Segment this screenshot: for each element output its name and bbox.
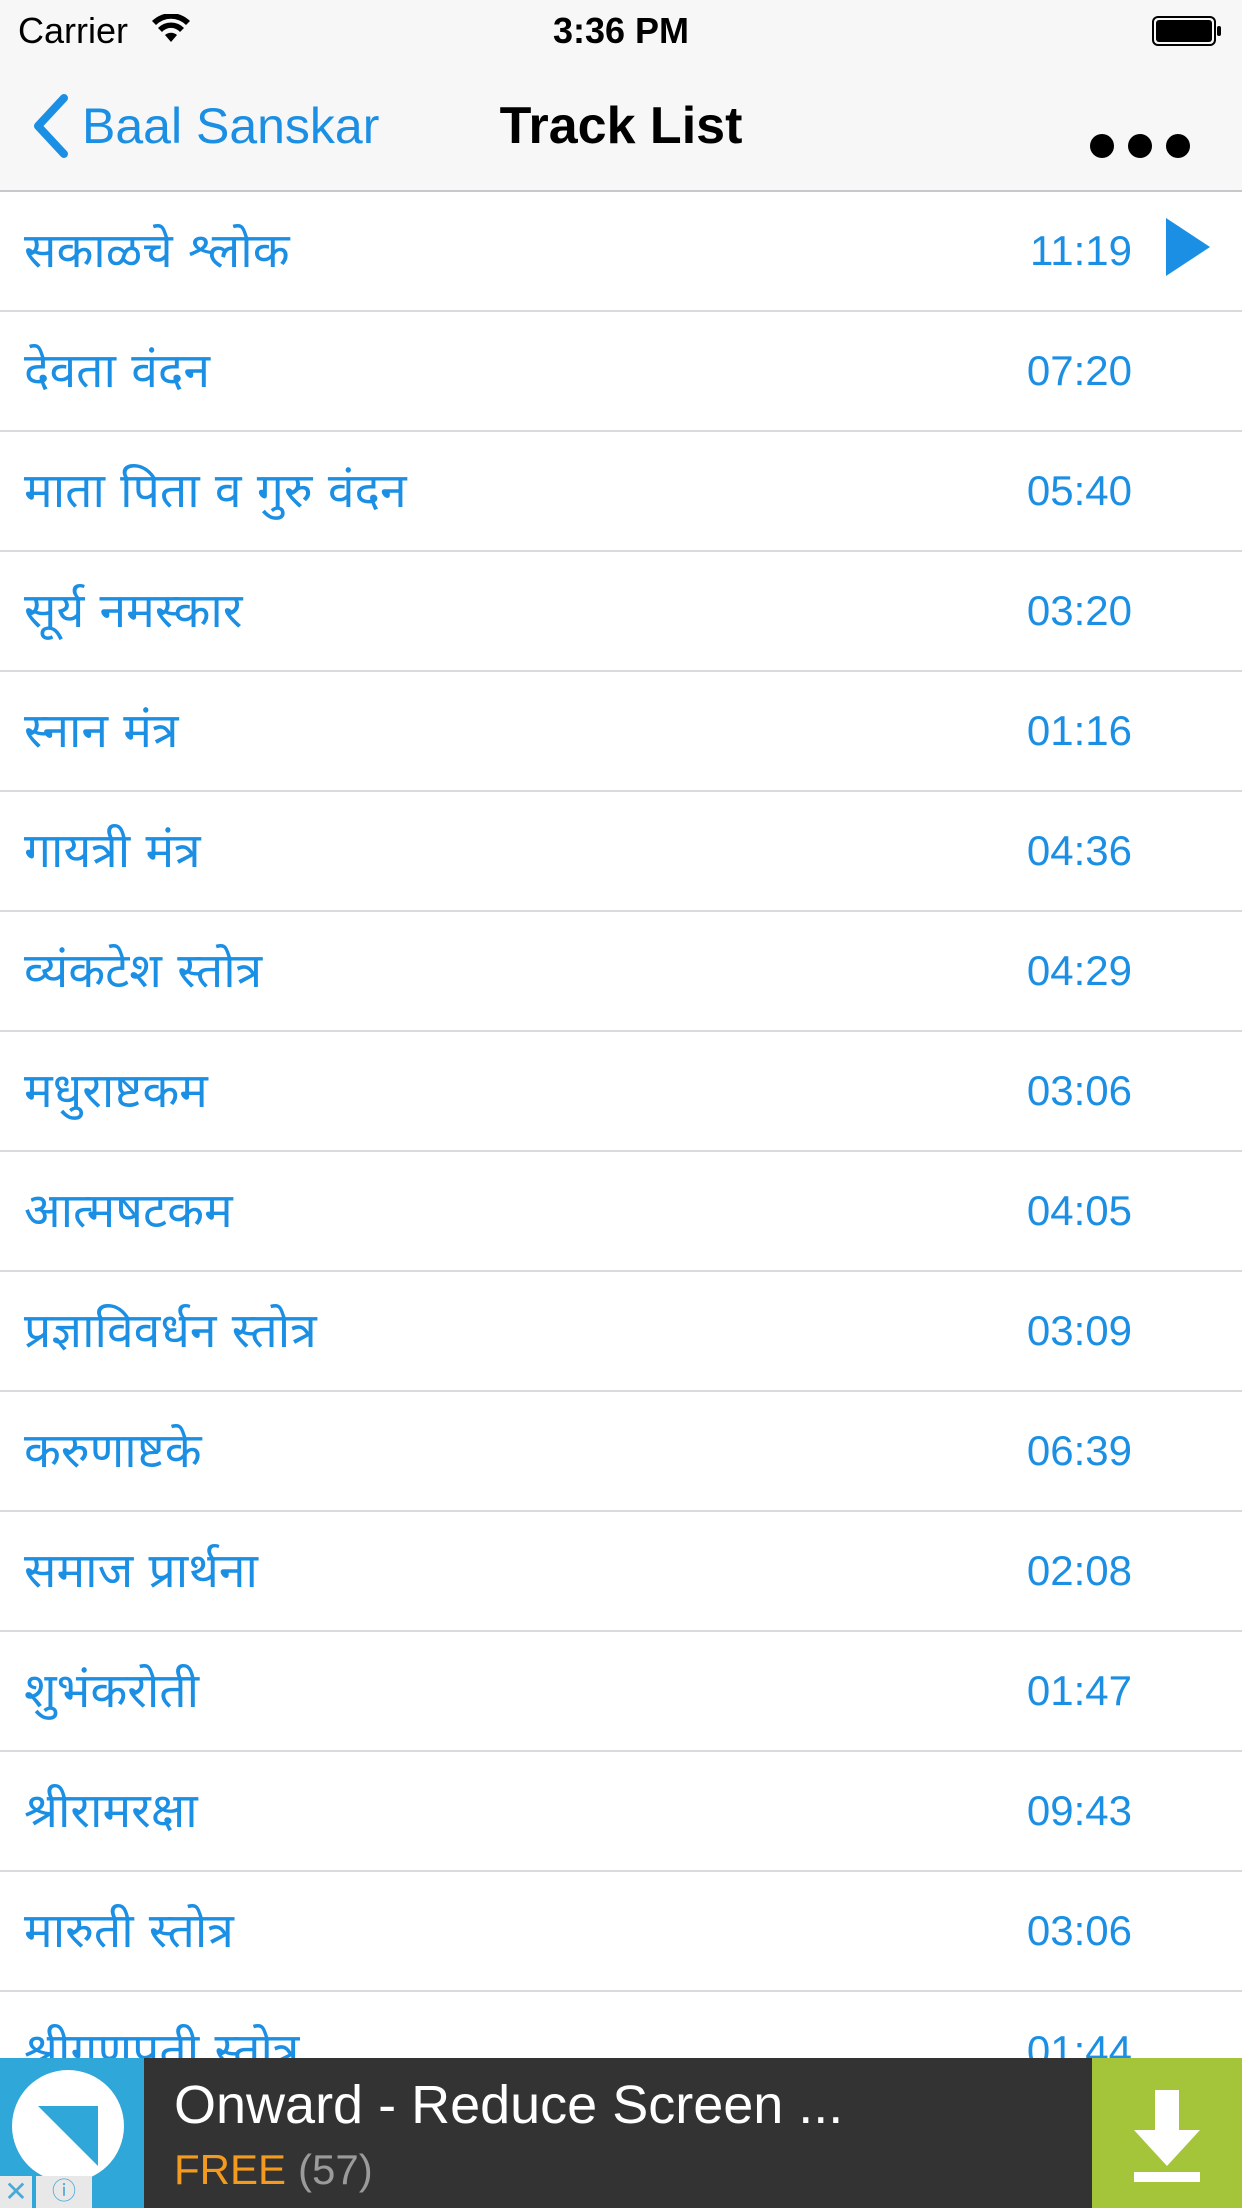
track-row[interactable]: मधुराष्टकम 03:06 xyxy=(0,1032,1242,1152)
track-duration: 03:09 xyxy=(1026,1307,1132,1354)
track-row[interactable]: श्रीगणपती स्तोत्र 01:44 xyxy=(0,1992,1242,2058)
track-title: श्रीरामरक्षा xyxy=(24,1783,198,1839)
chevron-left-icon xyxy=(34,94,68,158)
track-duration: 05:40 xyxy=(1026,467,1132,514)
track-row[interactable]: श्रीरामरक्षा 09:43 xyxy=(0,1752,1242,1872)
download-icon xyxy=(1134,2090,1200,2182)
track-row[interactable]: सकाळचे श्लोक 11:19 xyxy=(0,192,1242,312)
info-icon[interactable]: ⓘ xyxy=(36,2176,92,2208)
ad-title: Onward - Reduce Screen ... xyxy=(174,2075,844,2135)
track-title: शुभंकरोती xyxy=(24,1663,200,1719)
track-title: मारुती स्तोत्र xyxy=(24,1903,234,1959)
track-title: प्रज्ञाविवर्धन स्तोत्र xyxy=(24,1303,317,1359)
play-icon[interactable] xyxy=(1164,216,1212,278)
track-title: मधुराष्टकम xyxy=(24,1063,208,1119)
track-row[interactable]: गायत्री मंत्र 04:36 xyxy=(0,792,1242,912)
battery-icon xyxy=(1152,16,1221,46)
track-row[interactable]: व्यंकटेश स्तोत्र 04:29 xyxy=(0,912,1242,1032)
track-duration: 06:39 xyxy=(1026,1427,1132,1474)
more-options-icon[interactable] xyxy=(1082,122,1222,172)
track-duration: 01:16 xyxy=(1026,707,1132,754)
ad-rating: (57) xyxy=(298,2146,373,2193)
track-duration: 03:20 xyxy=(1026,587,1132,634)
close-icon[interactable]: ✕ xyxy=(0,2176,32,2208)
track-duration: 03:06 xyxy=(1026,1067,1132,1114)
status-time: 3:36 PM xyxy=(552,10,690,51)
track-title: गायत्री मंत्र xyxy=(24,823,201,879)
track-row[interactable]: माता पिता व गुरु वंदन 05:40 xyxy=(0,432,1242,552)
back-button-label: Baal Sanskar xyxy=(82,98,380,154)
ad-price: FREE xyxy=(174,2146,287,2193)
track-title: करुणाष्टके xyxy=(24,1423,202,1479)
track-title: व्यंकटेश स्तोत्र xyxy=(24,943,263,999)
track-list[interactable]: सकाळचे श्लोक 11:19 देवता वंदन 07:20 माता… xyxy=(0,192,1242,2058)
ad-banner[interactable]: ✕ ⓘ Onward - Reduce Screen ... FREE (57) xyxy=(0,2058,1242,2208)
track-duration: 01:44 xyxy=(1026,2027,1132,2058)
track-title: सूर्य नमस्कार xyxy=(24,583,243,639)
track-row[interactable]: देवता वंदन 07:20 xyxy=(0,312,1242,432)
track-row[interactable]: शुभंकरोती 01:47 xyxy=(0,1632,1242,1752)
track-title: आत्मषटकम xyxy=(24,1183,233,1239)
back-button[interactable]: Baal Sanskar xyxy=(30,88,379,164)
track-row[interactable]: सूर्य नमस्कार 03:20 xyxy=(0,552,1242,672)
track-duration: 03:06 xyxy=(1026,1907,1132,1954)
track-row[interactable]: समाज प्रार्थना 02:08 xyxy=(0,1512,1242,1632)
track-duration: 09:43 xyxy=(1026,1787,1132,1834)
track-title: देवता वंदन xyxy=(24,343,211,399)
track-title: सकाळचे श्लोक xyxy=(24,223,290,279)
track-row[interactable]: करुणाष्टके 06:39 xyxy=(0,1392,1242,1512)
track-duration: 11:19 xyxy=(1030,227,1132,274)
track-title: श्रीगणपती स्तोत्र xyxy=(24,2023,300,2058)
track-duration: 04:05 xyxy=(1026,1187,1132,1234)
track-duration: 01:47 xyxy=(1026,1667,1132,1714)
track-row[interactable]: स्नान मंत्र 01:16 xyxy=(0,672,1242,792)
track-row[interactable]: मारुती स्तोत्र 03:06 xyxy=(0,1872,1242,1992)
track-duration: 04:29 xyxy=(1026,947,1132,994)
status-bar: Carrier 3:36 PM xyxy=(0,0,1242,62)
track-duration: 02:08 xyxy=(1026,1547,1132,1594)
navigation-bar: Baal Sanskar Track List xyxy=(0,62,1242,192)
track-row[interactable]: प्रज्ञाविवर्धन स्तोत्र 03:09 xyxy=(0,1272,1242,1392)
track-title: माता पिता व गुरु वंदन xyxy=(24,463,407,519)
track-duration: 04:36 xyxy=(1026,827,1132,874)
track-title: समाज प्रार्थना xyxy=(24,1543,258,1599)
track-duration: 07:20 xyxy=(1026,347,1132,394)
download-button[interactable] xyxy=(1092,2058,1242,2208)
track-title: स्नान मंत्र xyxy=(24,703,179,759)
track-row[interactable]: आत्मषटकम 04:05 xyxy=(0,1152,1242,1272)
